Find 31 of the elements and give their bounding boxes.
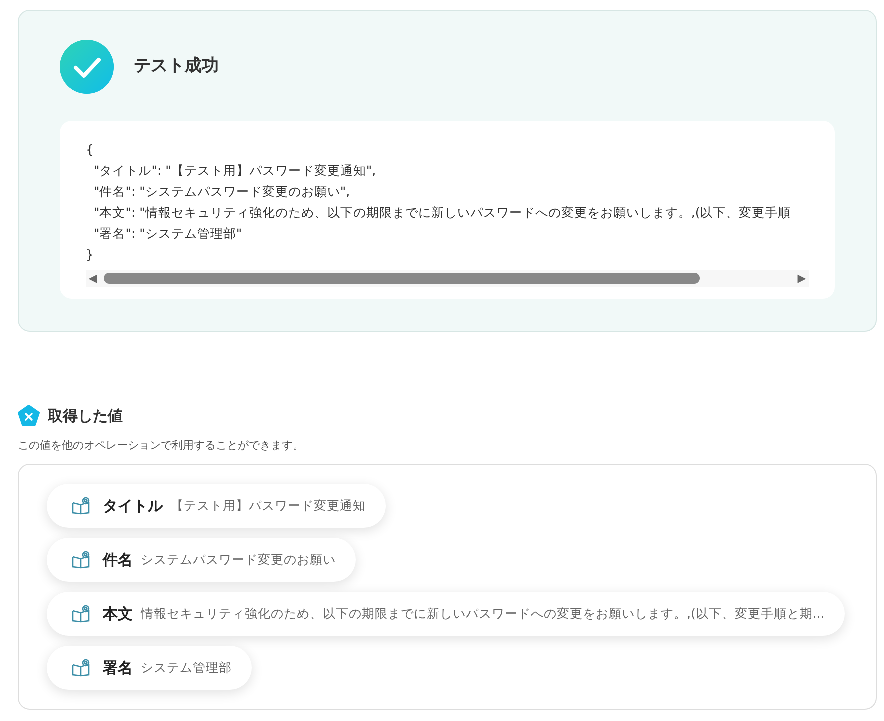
section-title: 取得した値: [48, 406, 123, 427]
value-label: 署名: [103, 658, 133, 679]
scroll-right-button[interactable]: ▶: [795, 270, 809, 287]
book-icon: [71, 658, 91, 678]
value-label: 本文: [103, 604, 133, 625]
code-line: }: [86, 246, 95, 264]
value-text: システムパスワード変更のお願い: [141, 550, 336, 569]
value-label: 件名: [103, 550, 133, 571]
code-line: "署名": "システム管理部": [92, 225, 244, 243]
value-label: タイトル: [103, 496, 163, 517]
code-line: "件名": "システムパスワード変更のお願い",: [92, 183, 352, 201]
book-icon: [71, 496, 91, 516]
result-title: テスト成功: [134, 55, 219, 78]
variable-icon: [18, 405, 40, 428]
section-description: この値を他のオペレーションで利用することができます。: [18, 438, 305, 454]
horizontal-scrollbar[interactable]: ◀ ▶: [86, 270, 809, 287]
value-text: システム管理部: [141, 658, 232, 677]
value-chip[interactable]: 本文 情報セキュリティ強化のため、以下の期限までに新しいパスワードへの変更をお願いします。,(以下、変更手順と期...: [47, 592, 845, 636]
code-line: "タイトル": "【テスト用】パスワード変更通知",: [92, 162, 378, 180]
code-line: {: [86, 141, 95, 159]
value-text: 【テスト用】パスワード変更通知: [171, 496, 366, 515]
success-check-icon: [60, 40, 114, 94]
value-chip[interactable]: 件名 システムパスワード変更のお願い: [47, 538, 356, 582]
value-text: 情報セキュリティ強化のため、以下の期限までに新しいパスワードへの変更をお願いします。,(以下、変更手順と期...: [141, 604, 825, 623]
scroll-left-button[interactable]: ◀: [86, 270, 100, 287]
code-line: "本文": "情報セキュリティ強化のため、以下の期限までに新しいパスワードへの変更をお願いします。,(以下、変更手順: [92, 204, 792, 222]
scroll-thumb[interactable]: [104, 273, 700, 284]
value-chip[interactable]: 署名 システム管理部: [47, 646, 252, 690]
value-chip[interactable]: タイトル 【テスト用】パスワード変更通知: [47, 484, 386, 528]
book-icon: [71, 550, 91, 570]
book-icon: [71, 604, 91, 624]
